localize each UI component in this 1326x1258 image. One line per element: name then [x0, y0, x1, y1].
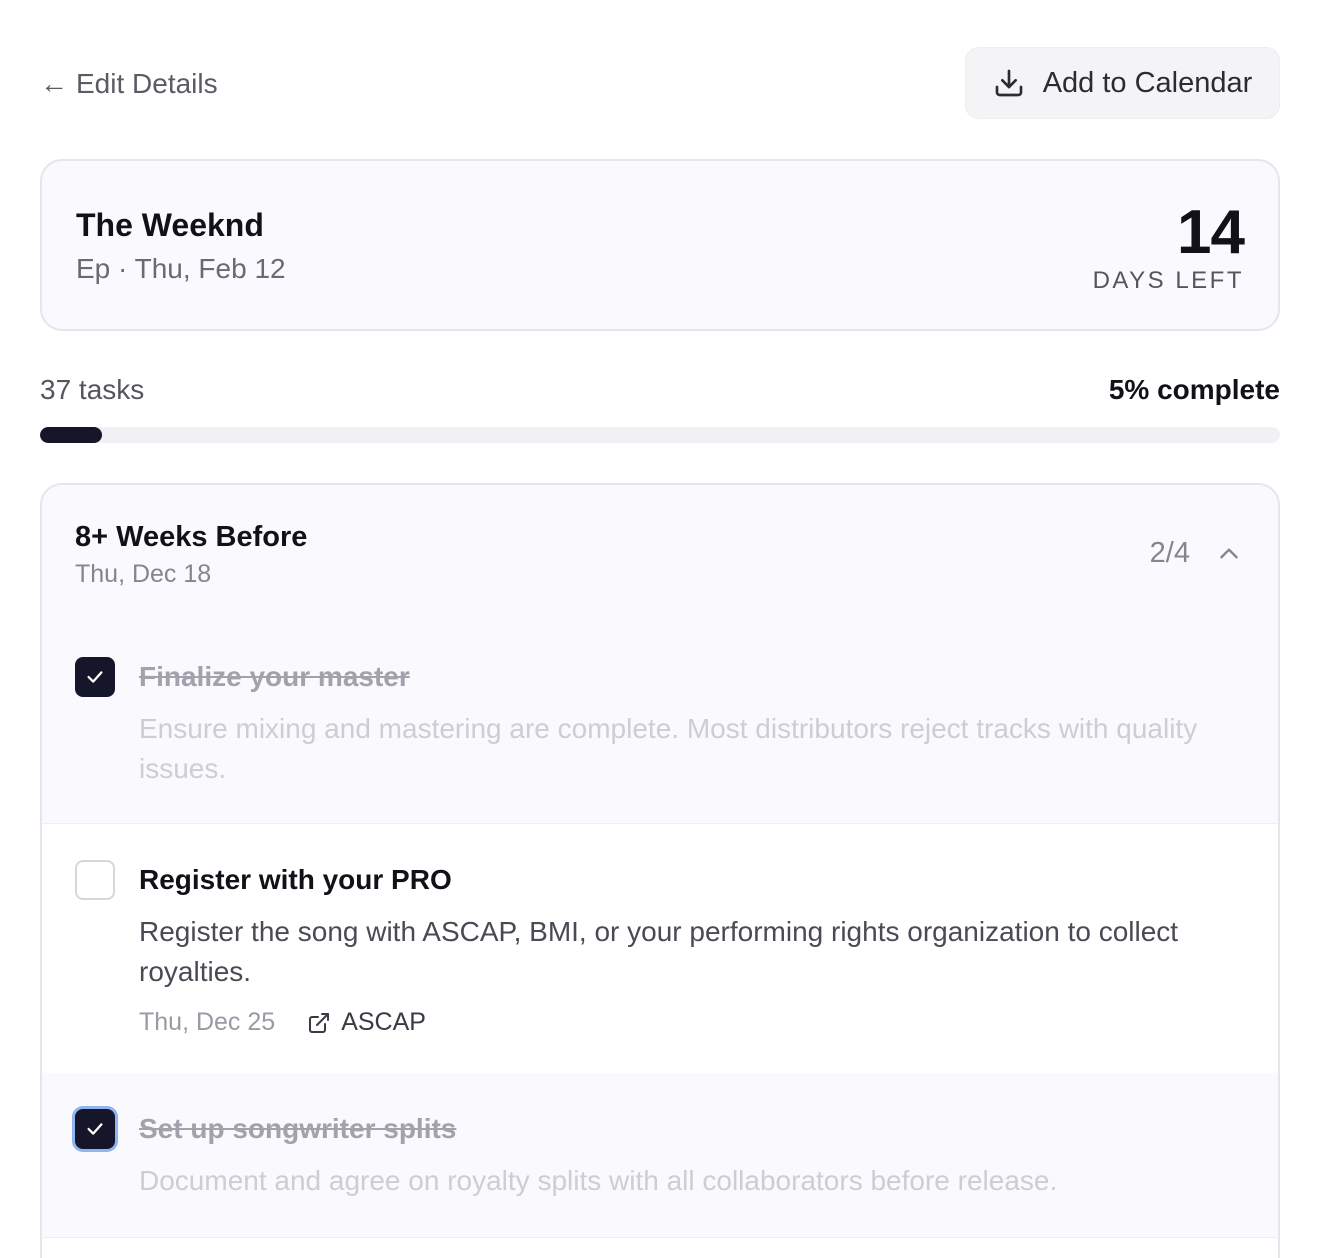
task-meta: Thu, Dec 25 ASCAP: [139, 1008, 426, 1037]
chevron-up-icon[interactable]: [1216, 541, 1242, 567]
section-progress-count: 2/4: [1149, 537, 1190, 569]
checkmark-icon: [87, 1123, 103, 1135]
ascap-link-label: ASCAP: [341, 1008, 426, 1036]
page-root: ← Edit Details Add to Calendar The Weekn…: [0, 0, 1326, 1258]
arrow-left-icon: ←: [40, 68, 68, 99]
section-date: Thu, Dec 18: [75, 560, 212, 588]
section-title: 8+ Weeks Before: [75, 521, 308, 553]
section-header[interactable]: 8+ Weeks Before Thu, Dec 18 2/4: [42, 485, 1278, 621]
add-to-calendar-button[interactable]: Add to Calendar: [965, 47, 1280, 119]
external-link-icon: [309, 1012, 330, 1033]
release-subtitle: Ep · Thu, Feb 12: [76, 253, 286, 284]
download-icon: [995, 69, 1023, 97]
task-title: Register with your PRO: [139, 864, 452, 895]
edit-details-link[interactable]: ← Edit Details: [40, 64, 218, 104]
tasks-count: 37 tasks: [40, 374, 145, 405]
edit-details-label: Edit Details: [76, 68, 218, 99]
task-item: Finalize your master Ensure mixing and m…: [42, 621, 1278, 823]
task-checkbox[interactable]: [75, 860, 115, 900]
task-title: Finalize your master: [139, 661, 410, 692]
release-artist: The Weeknd: [76, 207, 264, 243]
ascap-link[interactable]: ASCAP: [307, 1008, 426, 1037]
task-description: Ensure mixing and mastering are complete…: [139, 713, 1198, 784]
task-checkbox[interactable]: [75, 1109, 115, 1149]
add-to-calendar-label: Add to Calendar: [1042, 66, 1253, 99]
task-description: Document and agree on royalty splits wit…: [139, 1165, 1058, 1196]
task-due-date: Thu, Dec 25: [139, 1008, 276, 1036]
task-item: [42, 1237, 1278, 1258]
release-summary-card: The Weeknd Ep · Thu, Feb 12 14 DAYS LEFT: [40, 159, 1280, 331]
task-checkbox[interactable]: [75, 657, 115, 697]
task-description: Register the song with ASCAP, BMI, or yo…: [139, 916, 1179, 987]
percent-complete: 5% complete: [1108, 374, 1280, 405]
checkmark-icon: [87, 671, 103, 683]
days-left-count: 14: [1177, 198, 1245, 267]
timeline-section: 8+ Weeks Before Thu, Dec 18 2/4 Finalize…: [40, 483, 1280, 1258]
task-title: Set up songwriter splits: [139, 1113, 457, 1144]
task-item: Set up songwriter splits Document and ag…: [42, 1073, 1278, 1237]
progress-bar: [40, 427, 1280, 443]
progress-bar-fill: [40, 427, 102, 443]
days-left-label: DAYS LEFT: [1092, 267, 1244, 294]
task-item: Register with your PRO Register the song…: [42, 823, 1278, 1073]
